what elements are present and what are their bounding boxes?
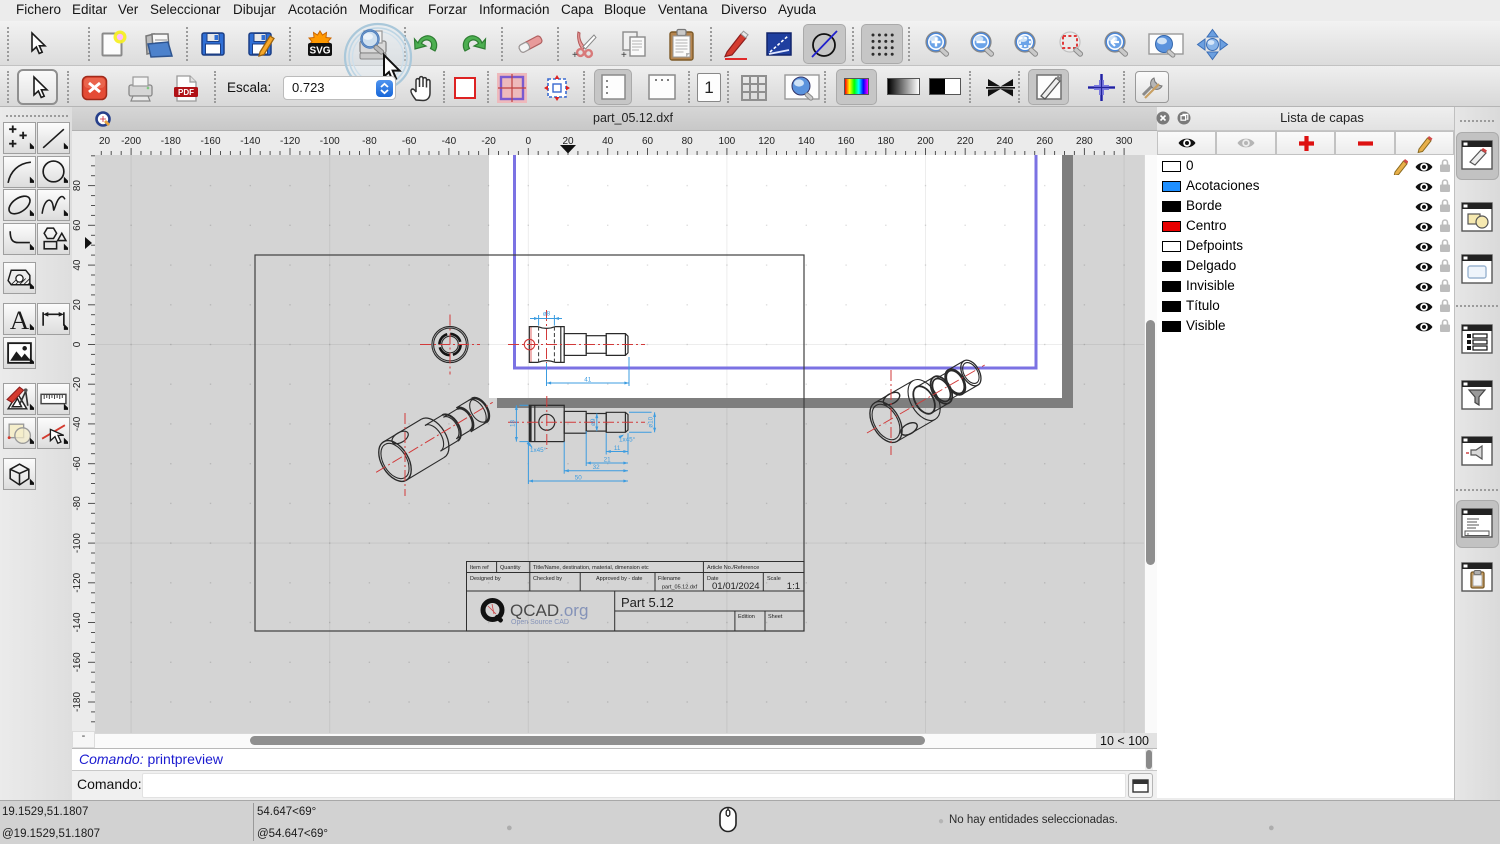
svg-text:-200: -200: [121, 136, 141, 147]
svg-text:Edition: Edition: [738, 614, 755, 620]
svg-text:-100: -100: [320, 136, 340, 147]
svg-text:ø9: ø9: [590, 418, 597, 426]
svg-text:-100: -100: [72, 533, 83, 553]
svg-text:32: 32: [593, 464, 601, 471]
svg-text:41: 41: [584, 377, 592, 384]
svg-text:220: 220: [957, 136, 974, 147]
svg-text:40: 40: [602, 136, 614, 147]
svg-text:Article No./Reference: Article No./Reference: [707, 565, 759, 571]
svg-text:18: 18: [509, 419, 516, 427]
svg-text:-60: -60: [402, 136, 417, 147]
svg-text:-160: -160: [72, 652, 83, 672]
svg-text:20: 20: [72, 299, 83, 311]
svg-text:-120: -120: [72, 572, 83, 592]
svg-text:Open Source CAD: Open Source CAD: [511, 619, 569, 626]
svg-text:ø8: ø8: [543, 311, 551, 318]
svg-text:QCAD.org: QCAD.org: [510, 601, 588, 620]
svg-text:200: 200: [917, 136, 934, 147]
svg-text:+: +: [572, 50, 578, 60]
svg-text:Quantity: Quantity: [500, 565, 521, 571]
svg-text:Checked by: Checked by: [533, 576, 562, 582]
svg-text:-180: -180: [72, 692, 83, 712]
svg-text:1x45°: 1x45°: [530, 446, 547, 454]
svg-text:01/01/2024: 01/01/2024: [712, 581, 760, 592]
svg-text:80: 80: [72, 180, 83, 192]
svg-text:-20: -20: [481, 136, 496, 147]
svg-text:SVG: SVG: [309, 46, 330, 57]
svg-text:-80: -80: [362, 136, 377, 147]
svg-text:80: 80: [682, 136, 694, 147]
svg-text:Item ref: Item ref: [470, 565, 489, 571]
svg-text:1:1: 1:1: [787, 581, 800, 592]
svg-text:part_05.12.dxf: part_05.12.dxf: [662, 585, 698, 591]
svg-text:40: 40: [72, 259, 83, 271]
svg-text:50: 50: [575, 475, 583, 482]
svg-text:20: 20: [99, 136, 111, 147]
svg-text:280: 280: [1076, 136, 1093, 147]
svg-text:240: 240: [997, 136, 1014, 147]
svg-text:PDF: PDF: [178, 88, 194, 97]
svg-text:-40: -40: [442, 136, 457, 147]
svg-text:-40: -40: [72, 416, 83, 431]
svg-text:Scale: Scale: [767, 576, 781, 582]
svg-text:-20: -20: [72, 377, 83, 392]
svg-text:100: 100: [719, 136, 736, 147]
svg-text:300: 300: [1116, 136, 1133, 147]
svg-text:-60: -60: [72, 456, 83, 471]
svg-text:-120: -120: [280, 136, 300, 147]
svg-text:-160: -160: [200, 136, 220, 147]
svg-text:Part 5.12: Part 5.12: [621, 595, 674, 610]
svg-text:60: 60: [642, 136, 654, 147]
svg-text:0: 0: [72, 341, 83, 347]
svg-text:180: 180: [877, 136, 894, 147]
svg-text:60: 60: [72, 219, 83, 231]
svg-text:260: 260: [1036, 136, 1053, 147]
svg-text:120: 120: [758, 136, 775, 147]
svg-text:Filename: Filename: [658, 576, 681, 582]
svg-text:Approved by - date: Approved by - date: [596, 576, 642, 582]
svg-text:21: 21: [604, 457, 612, 464]
svg-text:0: 0: [526, 136, 532, 147]
svg-text:-180: -180: [161, 136, 181, 147]
svg-text:-140: -140: [240, 136, 260, 147]
svg-text:-80: -80: [72, 496, 83, 511]
svg-text:+: +: [621, 50, 627, 60]
svg-text:ø10: ø10: [648, 416, 655, 427]
svg-text:11: 11: [614, 445, 621, 452]
svg-text:Title/Name, destination, mater: Title/Name, destination, material, dimen…: [533, 565, 649, 571]
svg-text:140: 140: [798, 136, 815, 147]
svg-text:-140: -140: [72, 612, 83, 632]
svg-text:Sheet: Sheet: [768, 614, 783, 620]
svg-text:160: 160: [838, 136, 855, 147]
svg-text:A: A: [10, 305, 30, 333]
svg-text:Designed by: Designed by: [470, 576, 501, 582]
